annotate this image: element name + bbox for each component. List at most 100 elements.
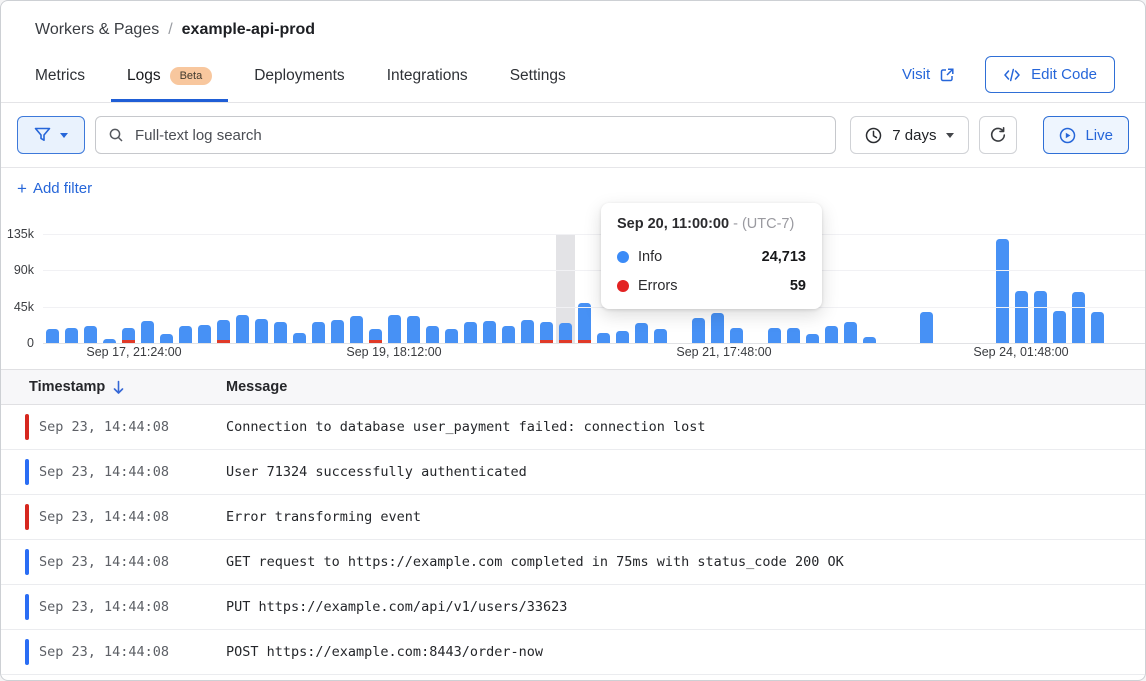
chart-bar[interactable] <box>597 333 610 343</box>
chart-bar-slot[interactable] <box>385 234 404 343</box>
log-search[interactable] <box>95 116 836 154</box>
chart-bar-slot[interactable] <box>480 234 499 343</box>
time-range-button[interactable]: 7 days <box>850 116 969 154</box>
chart-bar[interactable] <box>996 239 1009 343</box>
chart-bar[interactable] <box>1053 311 1066 343</box>
chart-bar-slot[interactable] <box>1069 234 1088 343</box>
chart-bar[interactable] <box>46 329 59 343</box>
chart-bar[interactable] <box>350 316 363 343</box>
chart-bar[interactable] <box>1034 291 1047 343</box>
chart-bar[interactable] <box>540 322 553 343</box>
chart-bar[interactable] <box>312 322 325 343</box>
chart-bar[interactable] <box>407 316 420 343</box>
chart-bar-slot[interactable] <box>442 234 461 343</box>
tab-logs[interactable]: LogsBeta <box>127 55 212 102</box>
breadcrumb-section[interactable]: Workers & Pages <box>35 21 159 39</box>
column-header-timestamp[interactable]: Timestamp <box>29 379 226 395</box>
filter-menu-button[interactable] <box>17 116 85 154</box>
chart-bar[interactable] <box>84 326 97 343</box>
chart-bar-slot[interactable] <box>423 234 442 343</box>
chart-bar[interactable] <box>274 322 287 343</box>
chart-bar[interactable] <box>1015 291 1028 343</box>
chart-bar-slot[interactable] <box>1031 234 1050 343</box>
chart-bar[interactable] <box>255 319 268 343</box>
chart-bar-slot[interactable] <box>366 234 385 343</box>
chart-bar[interactable] <box>331 320 344 343</box>
chart-bar-slot[interactable] <box>822 234 841 343</box>
tab-deployments[interactable]: Deployments <box>254 55 344 102</box>
chart-bar-slot[interactable] <box>1050 234 1069 343</box>
chart-bar[interactable] <box>293 333 306 343</box>
refresh-button[interactable] <box>979 116 1017 154</box>
chart-bar-slot[interactable] <box>841 234 860 343</box>
log-row[interactable]: Sep 23, 14:44:08POST https://example.com… <box>1 630 1145 675</box>
chart-bar-slot[interactable] <box>252 234 271 343</box>
add-filter-button[interactable]: + Add filter <box>17 180 92 197</box>
chart-bar[interactable] <box>445 329 458 343</box>
chart-bar-slot[interactable] <box>993 234 1012 343</box>
chart-bar[interactable] <box>692 318 705 343</box>
log-row[interactable]: Sep 23, 14:44:08Error transforming event <box>1 495 1145 540</box>
chart-bar[interactable] <box>179 326 192 343</box>
log-row[interactable]: Sep 23, 14:44:08GET request to https://e… <box>1 540 1145 585</box>
chart-bar-hovered[interactable] <box>556 234 575 343</box>
chart-bar[interactable] <box>464 322 477 343</box>
chart-bar[interactable] <box>920 312 933 343</box>
chart-bar-slot[interactable] <box>461 234 480 343</box>
chart-bar[interactable] <box>388 315 401 343</box>
chart-bar-slot[interactable] <box>43 234 62 343</box>
chart-bar[interactable] <box>236 315 249 343</box>
chart-bar-slot[interactable] <box>518 234 537 343</box>
chart-bar[interactable] <box>1072 292 1085 343</box>
log-row[interactable]: Sep 23, 14:44:08Connection to database u… <box>1 405 1145 450</box>
live-button[interactable]: Live <box>1043 116 1129 154</box>
chart-bar[interactable] <box>160 334 173 343</box>
chart-bar[interactable] <box>654 329 667 343</box>
chart-bar[interactable] <box>844 322 857 343</box>
edit-code-button[interactable]: Edit Code <box>985 56 1115 93</box>
chart-bar-slot[interactable] <box>157 234 176 343</box>
chart-bar[interactable] <box>217 320 230 343</box>
chart-bar[interactable] <box>141 321 154 343</box>
chart-bar[interactable] <box>806 334 819 343</box>
chart-bar[interactable] <box>502 326 515 343</box>
search-input[interactable] <box>133 126 823 145</box>
chart-bar-slot[interactable] <box>233 234 252 343</box>
chart-bar-slot[interactable] <box>1088 234 1107 343</box>
chart-bar-slot[interactable] <box>1012 234 1031 343</box>
chart-bar[interactable] <box>578 303 591 343</box>
chart-bar-slot[interactable] <box>860 234 879 343</box>
chart-bar-slot[interactable] <box>499 234 518 343</box>
chart-bar-slot[interactable] <box>575 234 594 343</box>
chart-bar-slot[interactable] <box>138 234 157 343</box>
chart-bar-slot[interactable] <box>328 234 347 343</box>
chart-bar[interactable] <box>635 323 648 343</box>
chart-bar-slot[interactable] <box>537 234 556 343</box>
chart-bar-slot[interactable] <box>309 234 328 343</box>
log-row[interactable]: Sep 23, 14:44:08PUT https://example.com/… <box>1 585 1145 630</box>
visit-link[interactable]: Visit <box>902 66 955 83</box>
chart-bar[interactable] <box>426 326 439 343</box>
chart-bar-slot[interactable] <box>917 234 936 343</box>
chart-bar[interactable] <box>198 325 211 343</box>
chart-bar-slot[interactable] <box>214 234 233 343</box>
chart-bar-slot[interactable] <box>62 234 81 343</box>
chart-bar[interactable] <box>369 329 382 343</box>
chart-bar[interactable] <box>730 328 743 343</box>
chart-bar-slot[interactable] <box>404 234 423 343</box>
chart-bar[interactable] <box>616 331 629 343</box>
chart-bar-slot[interactable] <box>271 234 290 343</box>
chart-bar[interactable] <box>65 328 78 343</box>
log-row[interactable]: Sep 23, 14:44:08User 71324 successfully … <box>1 450 1145 495</box>
tab-metrics[interactable]: Metrics <box>35 55 85 102</box>
chart-bar[interactable] <box>1091 312 1104 343</box>
chart-bar[interactable] <box>122 328 135 343</box>
chart-bar[interactable] <box>483 321 496 343</box>
chart-bar-slot[interactable] <box>176 234 195 343</box>
chart-bar-slot[interactable] <box>81 234 100 343</box>
chart-bar-slot[interactable] <box>195 234 214 343</box>
chart-bar-slot[interactable] <box>119 234 138 343</box>
chart-bar[interactable] <box>711 313 724 343</box>
chart-bar-slot[interactable] <box>290 234 309 343</box>
chart-bar-slot[interactable] <box>100 234 119 343</box>
